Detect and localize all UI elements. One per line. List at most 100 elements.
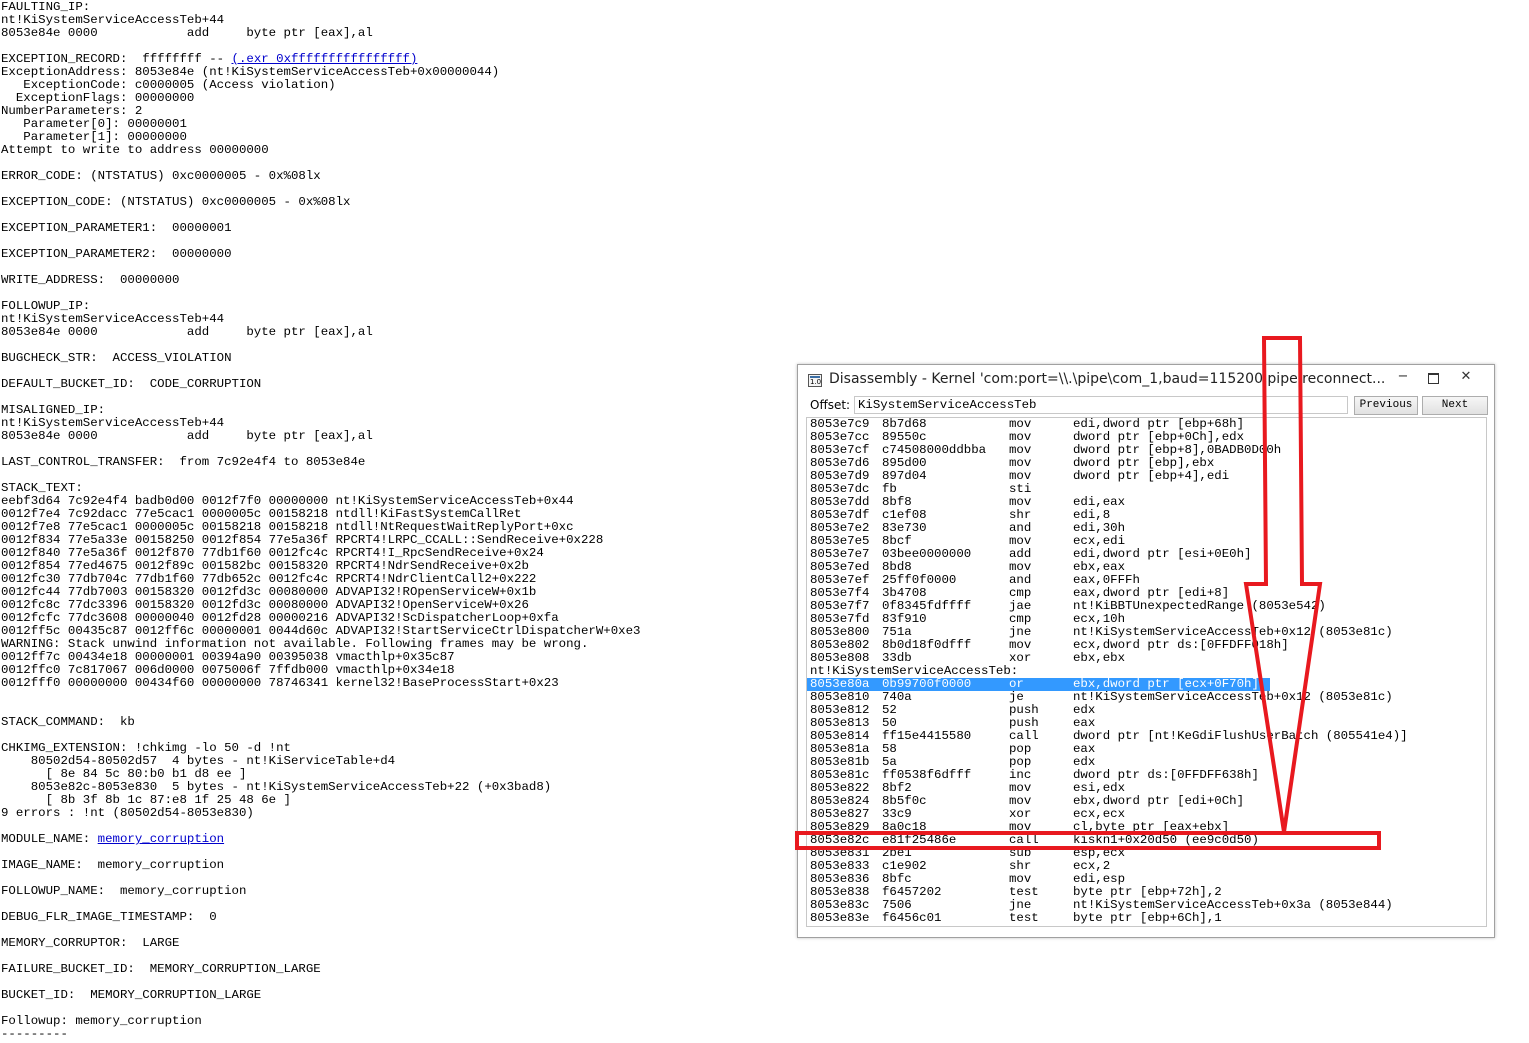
log-line-text: 0012ffc0 7c817067 006d0000 0075006f 7ffd… xyxy=(1,663,455,677)
window-title: Disassembly - Kernel 'com:port=\\.\pipe\… xyxy=(829,371,1386,387)
log-line-text: 8053e84e 0000 add byte ptr [eax],al xyxy=(1,429,373,443)
disassembly-row[interactable]: 8053e810 740a je nt!KiSystemServiceAccessTe… xyxy=(807,691,1486,704)
disassembly-window[interactable]: Disassembly - Kernel 'com:port=\\.\pipe\… xyxy=(797,364,1495,938)
instruction-operands: nt!KiSystemServiceAccessTeb+0x12 (8053e8… xyxy=(1073,690,1393,704)
log-line-text: IMAGE_NAME: memory_corruption xyxy=(1,858,225,872)
log-line-text: CHKIMG_EXTENSION: !chkimg -lo 50 -d !nt xyxy=(1,741,291,755)
log-line: EXCEPTION_CODE: (NTSTATUS) 0xc0000005 - … xyxy=(1,196,781,209)
log-line-text: 0012fc44 77db7003 00158320 0012fd3c 0008… xyxy=(1,585,537,599)
log-line: MODULE_NAME: memory_corruption xyxy=(1,833,781,846)
offset-input[interactable] xyxy=(854,396,1348,414)
disassembly-row[interactable]: 8053e812 52 push edx xyxy=(807,704,1486,717)
log-line-text: nt!KiSystemServiceAccessTeb+44 xyxy=(1,13,225,27)
log-line-text: 8053e84e 0000 add byte ptr [eax],al xyxy=(1,26,373,40)
log-line-text: Parameter[0]: 00000001 xyxy=(1,117,187,131)
log-line-text: [ 8b 3f 8b 1c 87:e8 1f 25 48 6e ] xyxy=(1,793,291,807)
module-name-link[interactable]: memory_corruption xyxy=(98,832,224,846)
instruction-operands: ebx,ebx xyxy=(1073,651,1126,665)
log-line: EXCEPTION_PARAMETER1: 00000001 xyxy=(1,222,781,235)
log-line: 8053e84e 0000 add byte ptr [eax],al xyxy=(1,326,781,339)
log-line: 8053e84e 0000 add byte ptr [eax],al xyxy=(1,27,781,40)
log-line-text: LAST_CONTROL_TRANSFER: from 7c92e4f4 to … xyxy=(1,455,366,469)
log-line-text: DEFAULT_BUCKET_ID: CODE_CORRUPTION xyxy=(1,377,262,391)
log-line-text: NumberParameters: 2 xyxy=(1,104,143,118)
disassembly-row[interactable]: 8053e81a 58 pop eax xyxy=(807,743,1486,756)
log-line-text: 9 errors : !nt (80502d54-8053e830) xyxy=(1,806,254,820)
log-line-text: nt!KiSystemServiceAccessTeb+44 xyxy=(1,312,225,326)
log-line: Attempt to write to address 00000000 xyxy=(1,144,781,157)
log-line-text: 0012f840 77e5a36f 0012f870 77db1f60 0012… xyxy=(1,546,544,560)
log-line-text: 0012fc8c 77dc3396 00158320 0012fd3c 0008… xyxy=(1,598,529,612)
offset-label: Offset: xyxy=(810,398,851,412)
disassembly-window-icon xyxy=(808,374,822,387)
disassembly-row[interactable]: 8053e83e f6456c01 test byte ptr [ebp+6Ch],1 xyxy=(807,912,1486,925)
next-button[interactable]: Next xyxy=(1422,396,1488,415)
instruction-operands: dword ptr [ebp+4],edi xyxy=(1073,469,1230,483)
log-line-text: ExceptionCode: c0000005 (Access violatio… xyxy=(1,78,336,92)
title-bar[interactable]: Disassembly - Kernel 'com:port=\\.\pipe\… xyxy=(798,365,1494,395)
disassembly-row[interactable]: 8053e814 ff15e4415580 call dword ptr [nt!Ke… xyxy=(807,730,1486,743)
log-line-text: FOLLOWUP_IP: xyxy=(1,299,91,313)
instruction-bytes: f6456c01 xyxy=(882,911,942,925)
instruction-operands: byte ptr [ebp+6Ch],1 xyxy=(1073,911,1222,925)
log-line-text: DEBUG_FLR_IMAGE_TIMESTAMP: 0 xyxy=(1,910,217,924)
disassembly-row[interactable]: 8053e7d9 897d04 mov dword ptr [ebp+4],edi xyxy=(807,470,1486,483)
log-line-text: nt!KiSystemServiceAccessTeb+44 xyxy=(1,416,225,430)
instruction-mnemonic: test xyxy=(1009,911,1039,925)
exr-link[interactable]: (.exr 0xffffffffffffffff) xyxy=(232,52,418,66)
log-line-text: BUCKET_ID: MEMORY_CORRUPTION_LARGE xyxy=(1,988,262,1002)
log-line: FOLLOWUP_NAME: memory_corruption xyxy=(1,885,781,898)
log-line-text: FAULTING_IP: xyxy=(1,0,91,14)
log-line-text: 0012ff7c 00434e18 00000001 00394a90 0039… xyxy=(1,650,455,664)
log-line: --------- xyxy=(1,1028,781,1041)
log-line-text: 8053e84e 0000 add byte ptr [eax],al xyxy=(1,325,373,339)
log-line: WRITE_ADDRESS: 00000000 xyxy=(1,274,781,287)
log-line-text: WRITE_ADDRESS: 00000000 xyxy=(1,273,180,287)
log-line-text: Attempt to write to address 00000000 xyxy=(1,143,269,157)
log-line-text: EXCEPTION_PARAMETER1: 00000001 xyxy=(1,221,232,235)
log-line: STACK_COMMAND: kb xyxy=(1,716,781,729)
log-line-text: STACK_COMMAND: kb xyxy=(1,715,135,729)
log-line-text: ExceptionFlags: 00000000 xyxy=(1,91,195,105)
debugger-analysis-output: FAULTING_IP: nt!KiSystemServiceAccessTeb+… xyxy=(1,1,781,1041)
log-line-text: EXCEPTION_PARAMETER2: 00000000 xyxy=(1,247,232,261)
log-line: MEMORY_CORRUPTOR: LARGE xyxy=(1,937,781,950)
log-line: Followup: memory_corruption xyxy=(1,1015,781,1028)
log-line-text: [ 8e 84 5c 80:b0 b1 d8 ee ] xyxy=(1,767,247,781)
log-line-text: MISALIGNED_IP: xyxy=(1,403,106,417)
log-line: FAILURE_BUCKET_ID: MEMORY_CORRUPTION_LAR… xyxy=(1,963,781,976)
maximize-icon xyxy=(1427,373,1439,384)
log-line: IMAGE_NAME: memory_corruption xyxy=(1,859,781,872)
log-line: ERROR_CODE: (NTSTATUS) 0xc0000005 - 0x%0… xyxy=(1,170,781,183)
log-line: BUCKET_ID: MEMORY_CORRUPTION_LARGE xyxy=(1,989,781,1002)
log-line-text: ExceptionAddress: 8053e84e (nt!KiSystemS… xyxy=(1,65,500,79)
log-line: 9 errors : !nt (80502d54-8053e830) xyxy=(1,807,781,820)
log-line-text: Followup: memory_corruption xyxy=(1,1014,202,1028)
log-line-text: FOLLOWUP_NAME: memory_corruption xyxy=(1,884,247,898)
log-line-text: 8053e82c-8053e830 5 bytes - nt!KiSystemS… xyxy=(1,780,552,794)
log-line: DEFAULT_BUCKET_ID: CODE_CORRUPTION xyxy=(1,378,781,391)
log-line-text: 0012f834 77e5a33e 00158250 0012f854 77e5… xyxy=(1,533,604,547)
log-line-text: 0012ff5c 00435c87 0012ff6c 00000001 0044… xyxy=(1,624,641,638)
instruction-address: 8053e83e xyxy=(810,911,870,925)
log-line: 0012fff0 00000000 00434f60 00000000 7874… xyxy=(1,677,781,690)
log-line-text: 0012f7e8 77e5cac1 0000005c 00158218 0015… xyxy=(1,520,574,534)
log-line: BUGCHECK_STR: ACCESS_VIOLATION xyxy=(1,352,781,365)
log-line-text: 80502d54-80502d57 4 bytes - nt!KiService… xyxy=(1,754,396,768)
log-line-text: --------- xyxy=(1,1027,68,1041)
log-line: 8053e84e 0000 add byte ptr [eax],al xyxy=(1,430,781,443)
disassembly-listing[interactable]: 8053e7c9 8b7d68 mov edi,dword ptr [ebp+68h]… xyxy=(806,417,1487,927)
close-button[interactable]: ✕ xyxy=(1444,367,1488,389)
log-line-text: FAILURE_BUCKET_ID: MEMORY_CORRUPTION_LAR… xyxy=(1,962,321,976)
log-line-text: STACK_TEXT: xyxy=(1,481,83,495)
log-line: EXCEPTION_PARAMETER2: 00000000 xyxy=(1,248,781,261)
log-line-text: 0012f854 77ed4675 0012f89c 001582bc 0015… xyxy=(1,559,529,573)
log-line-text: EXCEPTION_CODE: (NTSTATUS) 0xc0000005 - … xyxy=(1,195,351,209)
previous-button[interactable]: Previous xyxy=(1354,396,1418,415)
log-line-text: MEMORY_CORRUPTOR: LARGE xyxy=(1,936,180,950)
minimize-button[interactable]: − xyxy=(1388,367,1418,389)
